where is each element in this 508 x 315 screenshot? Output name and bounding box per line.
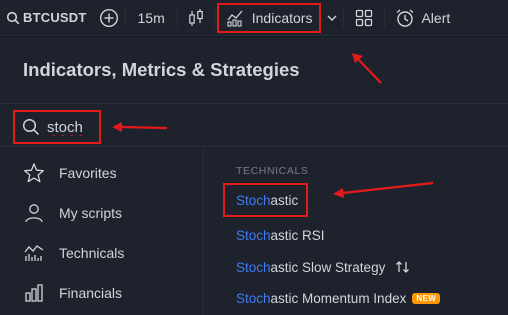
compare-symbol-button[interactable]: [93, 0, 125, 36]
toolbar-divider: [213, 7, 215, 28]
sidebar-item-label: Financials: [59, 285, 123, 301]
result-match-text: Stoch: [236, 227, 271, 243]
result-rest-text: astic Momentum Index: [270, 290, 407, 306]
search-icon: [6, 11, 20, 24]
search-icon: [22, 118, 40, 136]
top-toolbar: BTCUSDT 15m Indicators Alert: [0, 0, 508, 36]
result-item-stochastic-momentum-index[interactable]: Stoch astic Momentum Index NEW: [236, 286, 441, 310]
sidebar-item-financials[interactable]: Financials: [23, 279, 122, 307]
alert-button[interactable]: Alert: [385, 0, 460, 36]
layout-grid-icon: [356, 9, 373, 26]
result-item-stochastic[interactable]: Stoch astic: [223, 183, 309, 217]
sidebar-item-technicals[interactable]: Technicals: [23, 239, 124, 267]
layout-button[interactable]: [344, 0, 384, 36]
interval-button[interactable]: 15m: [126, 0, 177, 36]
indicators-chart-icon: [227, 10, 243, 27]
financials-icon: [25, 284, 43, 302]
result-match-text: Stoch: [236, 290, 271, 306]
result-rest-text: astic: [270, 192, 299, 208]
result-item-stochastic-rsi[interactable]: Stoch astic RSI: [236, 223, 325, 247]
result-match-text: Stoch: [236, 192, 271, 208]
indicators-dropdown-button[interactable]: [321, 0, 343, 36]
strategy-icon: [396, 261, 410, 273]
indicators-label: Indicators: [251, 9, 313, 26]
symbol-label: BTCUSDT: [23, 10, 87, 25]
indicators-button[interactable]: Indicators: [216, 2, 322, 33]
category-sidebar: Favorites My scripts Technicals Financia…: [0, 148, 204, 315]
technicals-icon: [24, 245, 44, 261]
search-row: [0, 103, 508, 147]
plus-circle-icon: [99, 8, 118, 27]
sidebar-item-label: My scripts: [59, 205, 122, 221]
results-list: TECHNICALS Stoch astic Stoch astic RSI Sto…: [205, 148, 508, 315]
candles-icon: [188, 8, 203, 26]
alert-label: Alert: [421, 9, 451, 26]
alarm-clock-icon: [397, 8, 414, 27]
chart-type-button[interactable]: [178, 0, 214, 36]
result-rest-text: astic RSI: [270, 227, 325, 243]
new-badge: NEW: [412, 292, 441, 304]
sidebar-item-my-scripts[interactable]: My scripts: [23, 199, 122, 227]
search-box[interactable]: [13, 110, 101, 144]
result-rest-text: astic Slow Strategy: [270, 259, 386, 275]
sidebar-item-label: Favorites: [59, 165, 117, 181]
sidebar-item-favorites[interactable]: Favorites: [23, 159, 117, 187]
result-item-stochastic-slow-strategy[interactable]: Stoch astic Slow Strategy: [236, 255, 411, 279]
section-label: TECHNICALS: [236, 165, 309, 177]
symbol-search-button[interactable]: BTCUSDT: [0, 0, 93, 36]
star-icon: [24, 163, 44, 183]
sidebar-item-label: Technicals: [59, 245, 125, 261]
user-icon: [25, 204, 43, 223]
dialog-title: Indicators, Metrics & Strategies: [23, 59, 300, 80]
chevron-down-icon: [327, 15, 337, 21]
result-match-text: Stoch: [236, 259, 271, 275]
interval-label: 15m: [137, 9, 165, 26]
indicators-dialog: Indicators, Metrics & Strategies Favorit…: [0, 37, 508, 315]
search-input[interactable]: [47, 118, 99, 136]
